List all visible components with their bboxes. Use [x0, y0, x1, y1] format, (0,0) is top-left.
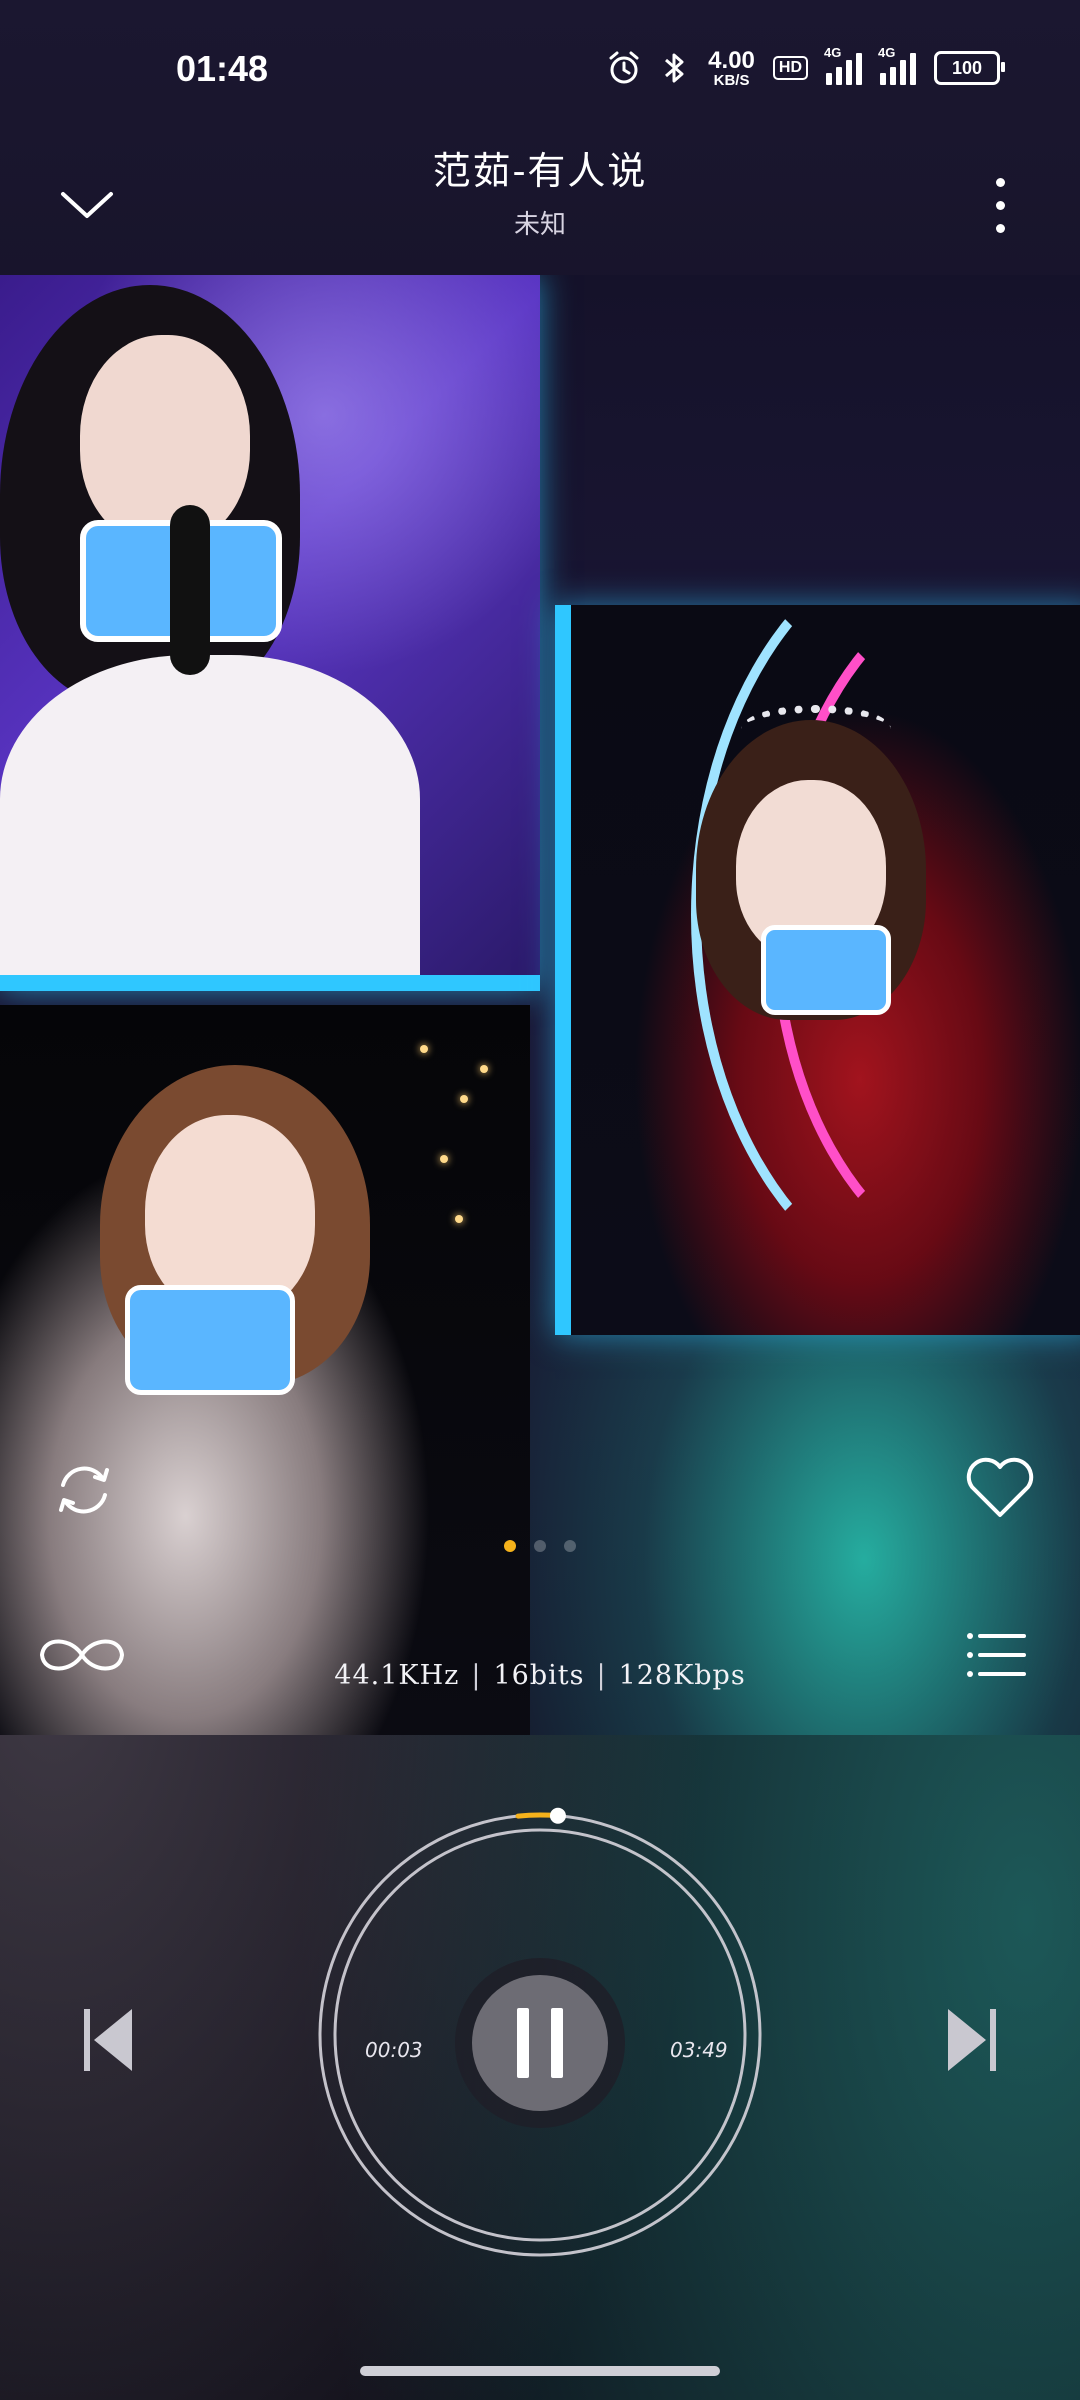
microphone-image: [170, 505, 210, 675]
next-track-button[interactable]: [942, 2005, 1002, 2075]
separator: |: [471, 1660, 482, 1691]
alarm-icon: [606, 50, 642, 86]
album-artwork[interactable]: [0, 275, 1080, 1735]
more-dot-icon: [995, 223, 1005, 233]
playback-controls: 00:03 03:49: [0, 1740, 1080, 2380]
page-dot: [564, 1540, 576, 1552]
artwork-panel-right: [555, 605, 1080, 1335]
mic-sign-image: [761, 925, 891, 1015]
signal-icon-sim1: 4G: [824, 45, 862, 85]
battery-icon: 100: [934, 51, 1005, 85]
separator: |: [596, 1660, 607, 1691]
heart-icon: [966, 1457, 1034, 1517]
artwork-panel-top-left: [0, 275, 540, 991]
status-icons: 4.00 KB/S HD 4G 4G 100: [606, 45, 1005, 89]
previous-track-button[interactable]: [78, 2005, 138, 2075]
status-bar: 01:48 4.00 KB/S HD 4G 4G 100: [0, 0, 1080, 140]
refresh-button[interactable]: [44, 1450, 124, 1530]
network-speed: 4.00 KB/S: [708, 46, 755, 89]
player-header: 范茹-有人说 未知: [0, 140, 1080, 270]
audio-format-info: 44.1KHz | 16bits | 128Kbps: [0, 1660, 1080, 1691]
status-time: 01:48: [176, 48, 269, 89]
play-pause-container: [455, 1958, 625, 2128]
song-title: 范茹-有人说: [432, 149, 648, 193]
skip-next-icon: [948, 2009, 996, 2071]
page-dot-active: [504, 1540, 516, 1552]
elapsed-time: 00:03: [365, 2038, 423, 2062]
music-player-screen: 01:48 4.00 KB/S HD 4G 4G 100 范茹-有人说 未知 4…: [0, 0, 1080, 2400]
more-dot-icon: [995, 200, 1005, 210]
mic-sign-image: [125, 1285, 295, 1395]
bluetooth-icon: [660, 50, 690, 86]
total-time: 03:49: [670, 2038, 728, 2062]
skip-previous-icon: [84, 2009, 132, 2071]
progress-knob: [549, 1807, 566, 1824]
bit-depth: 16bits: [493, 1660, 585, 1691]
network-speed-value: 4.00: [708, 46, 755, 74]
network-speed-unit: KB/S: [713, 71, 750, 89]
like-button[interactable]: [960, 1448, 1040, 1528]
pause-button[interactable]: [472, 1975, 608, 2111]
signal2-label: 4G: [878, 45, 896, 60]
page-dot: [534, 1540, 546, 1552]
home-indicator[interactable]: [360, 2366, 720, 2376]
pause-icon: [551, 2008, 563, 2078]
signal1-label: 4G: [824, 45, 842, 60]
tiara-image: [741, 705, 891, 753]
signal-icon-sim2: 4G: [878, 45, 916, 85]
pause-icon: [517, 2008, 529, 2078]
more-options-button[interactable]: [980, 160, 1020, 250]
artwork-page-indicator: [0, 1540, 1080, 1552]
song-artist: 未知: [513, 210, 566, 240]
hd-voice-icon: HD: [772, 56, 808, 80]
sample-rate: 44.1KHz: [334, 1660, 460, 1691]
more-dot-icon: [995, 177, 1005, 187]
refresh-icon: [59, 1466, 109, 1514]
bitrate: 128Kbps: [618, 1660, 746, 1691]
